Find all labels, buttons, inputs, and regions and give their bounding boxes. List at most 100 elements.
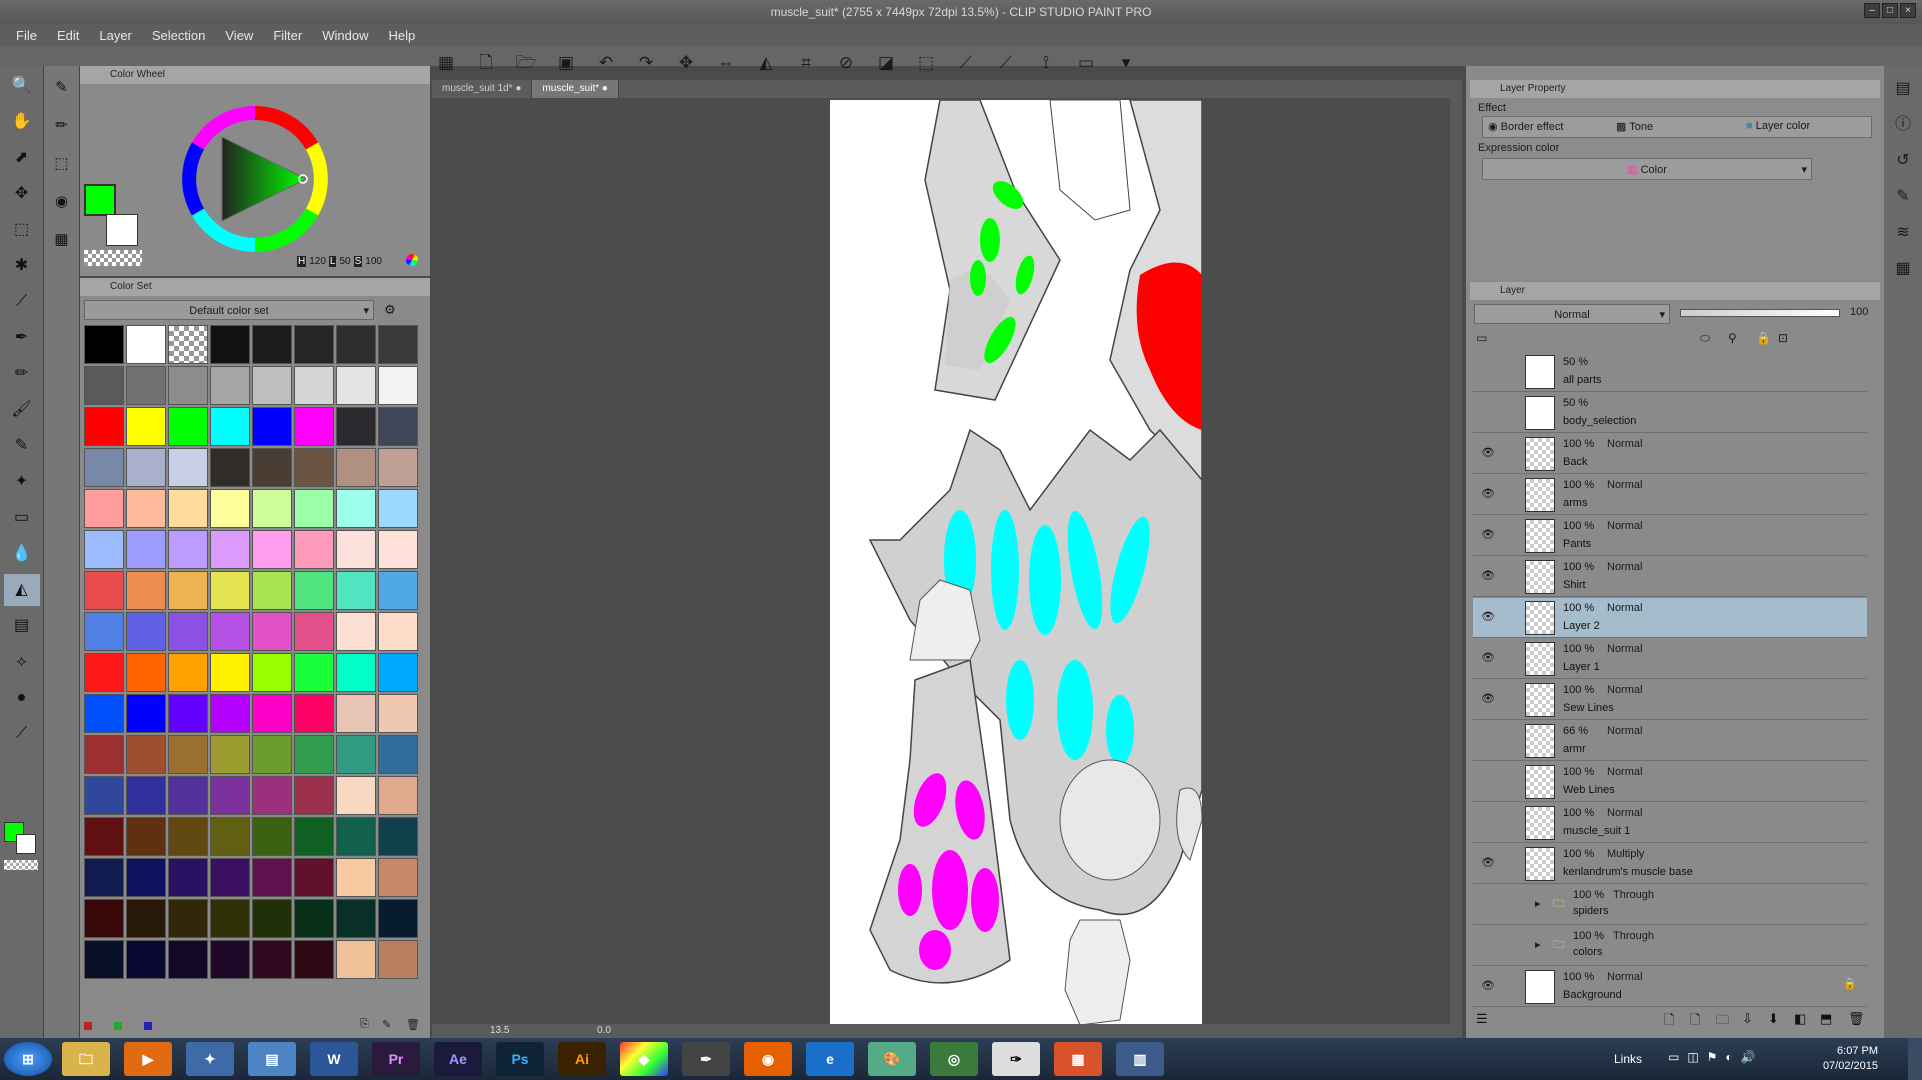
explorer-icon[interactable]: 🗀 [62, 1042, 110, 1076]
v-value[interactable]: 100 [365, 256, 382, 267]
open-icon[interactable]: 🗁 [510, 49, 542, 77]
color-swatch[interactable] [336, 325, 376, 364]
color-swatch[interactable] [378, 899, 418, 938]
color-swatch[interactable] [252, 612, 292, 651]
layer-property-icon[interactable]: ✎ [1890, 184, 1916, 210]
new-raster-layer-icon[interactable]: 🗋 [1664, 1011, 1674, 1033]
color-swatch[interactable] [168, 448, 208, 487]
border-effect-button[interactable]: ◉ Border effect [1488, 120, 1563, 133]
dropdown-icon[interactable]: ▾ [1110, 49, 1142, 77]
green-mode-icon[interactable] [114, 1022, 122, 1030]
color-swatch[interactable] [84, 858, 124, 897]
color-swatch[interactable] [126, 776, 166, 815]
color-swatch[interactable] [336, 612, 376, 651]
color-swatch[interactable] [378, 858, 418, 897]
layer-row[interactable]: 👁 100 % kenlandrum's muscle base Multiply [1473, 844, 1867, 884]
color-swatch[interactable] [210, 366, 250, 405]
transparent-color-box[interactable] [84, 250, 142, 266]
app-icon-11[interactable]: ✒ [682, 1042, 730, 1076]
lock-icon[interactable]: 🔒 [1843, 977, 1857, 990]
eye-icon[interactable] [1481, 364, 1495, 378]
undo-icon[interactable]: ↶ [590, 49, 622, 77]
add-color-icon[interactable]: ⎘ [360, 1018, 369, 1031]
color-swatch[interactable] [210, 325, 250, 364]
media-player-icon[interactable]: ▶ [124, 1042, 172, 1076]
color-swatch[interactable] [210, 530, 250, 569]
color-swatch[interactable] [378, 735, 418, 774]
brush-tool-icon[interactable]: 🖌 [4, 394, 40, 426]
layer-row[interactable]: 50 % body_selection [1473, 393, 1867, 433]
color-swatch[interactable] [210, 899, 250, 938]
color-swatch[interactable] [336, 653, 376, 692]
app-icon-4[interactable]: ▤ [248, 1042, 296, 1076]
color-swatch[interactable] [168, 694, 208, 733]
color-swatch[interactable] [168, 530, 208, 569]
color-swatch[interactable] [252, 940, 292, 979]
illustrator-icon[interactable]: Ai [558, 1042, 606, 1076]
links-toolbar[interactable]: Links [1614, 1052, 1642, 1066]
red-mode-icon[interactable] [84, 1022, 92, 1030]
photoshop-icon[interactable]: Ps [496, 1042, 544, 1076]
eye-icon[interactable]: 👁 [1481, 487, 1495, 501]
color-swatch[interactable] [378, 776, 418, 815]
reference-icon[interactable]: ⚲ [1728, 331, 1737, 345]
color-swatch[interactable] [210, 448, 250, 487]
expand-icon[interactable]: ▸ [1535, 897, 1541, 910]
color-swatch[interactable] [294, 366, 334, 405]
color-swatch[interactable] [294, 530, 334, 569]
eye-icon[interactable]: 👁 [1481, 528, 1495, 542]
fill-tool-icon[interactable]: ◭ [3, 574, 40, 606]
color-swatch[interactable] [378, 489, 418, 528]
color-swatch[interactable] [126, 940, 166, 979]
color-swatch[interactable] [252, 899, 292, 938]
color-swatch[interactable] [84, 694, 124, 733]
object-tool-icon[interactable]: ⬈ [4, 142, 40, 174]
color-swatch[interactable] [168, 817, 208, 856]
layer-color-button[interactable]: ■ Layer color [1746, 120, 1810, 132]
menu-view[interactable]: View [215, 28, 263, 43]
sub-tool-3-icon[interactable]: ⬚ [47, 148, 77, 180]
ie-icon[interactable]: e [806, 1042, 854, 1076]
system-clock[interactable]: 6:07 PM 07/02/2015 [1823, 1044, 1878, 1074]
color-swatch[interactable] [336, 899, 376, 938]
color-swatch[interactable] [378, 940, 418, 979]
color-set-tab-icon[interactable]: ▦ [47, 224, 77, 256]
color-swatch[interactable] [294, 776, 334, 815]
color-swatch[interactable] [168, 653, 208, 692]
color-swatch[interactable] [210, 735, 250, 774]
eye-icon[interactable]: 👁 [1481, 856, 1495, 870]
maximize-button[interactable]: □ [1882, 3, 1898, 18]
layer-row[interactable]: ▸ 🗀 100 % spiders Through [1473, 885, 1867, 925]
after-effects-icon[interactable]: Ae [434, 1042, 482, 1076]
color-swatch[interactable] [168, 571, 208, 610]
eye-icon[interactable]: 👁 [1481, 979, 1495, 993]
layer-row[interactable]: 👁 100 % Background Normal 🔒 [1473, 967, 1867, 1007]
color-swatch[interactable] [126, 407, 166, 446]
layer-menu-icon[interactable]: ☰ [1476, 1011, 1488, 1027]
menu-filter[interactable]: Filter [263, 28, 312, 43]
replace-color-icon[interactable]: ✎ [382, 1018, 391, 1031]
menu-help[interactable]: Help [378, 28, 425, 43]
color-swatch[interactable] [126, 899, 166, 938]
blend-mode-dropdown[interactable]: Normal ▾ [1474, 304, 1670, 324]
crop-icon[interactable]: ⌗ [790, 49, 822, 77]
material-icon[interactable]: ▦ [1890, 256, 1916, 282]
lock-transparency-icon[interactable]: ⊡ [1778, 331, 1788, 345]
color-swatch[interactable] [168, 325, 208, 364]
color-swatch[interactable] [336, 940, 376, 979]
app-icon-10[interactable]: ◆ [620, 1042, 668, 1076]
color-swatch[interactable] [84, 407, 124, 446]
color-wheel-tab-icon[interactable]: ◉ [47, 186, 77, 218]
color-swatch[interactable] [84, 448, 124, 487]
rotate-value[interactable]: 0.0 [597, 1025, 611, 1036]
color-swatch[interactable] [84, 366, 124, 405]
color-swatch[interactable] [252, 735, 292, 774]
sub-color-box[interactable] [106, 214, 138, 246]
color-swatch[interactable] [378, 325, 418, 364]
color-swatch[interactable] [252, 448, 292, 487]
menu-file[interactable]: File [6, 28, 47, 43]
sub-color-swatch[interactable] [16, 834, 36, 854]
layer-row[interactable]: 👁 100 % arms Normal [1473, 475, 1867, 515]
color-swatch[interactable] [252, 858, 292, 897]
color-set-tab[interactable]: Color Set [80, 278, 430, 296]
